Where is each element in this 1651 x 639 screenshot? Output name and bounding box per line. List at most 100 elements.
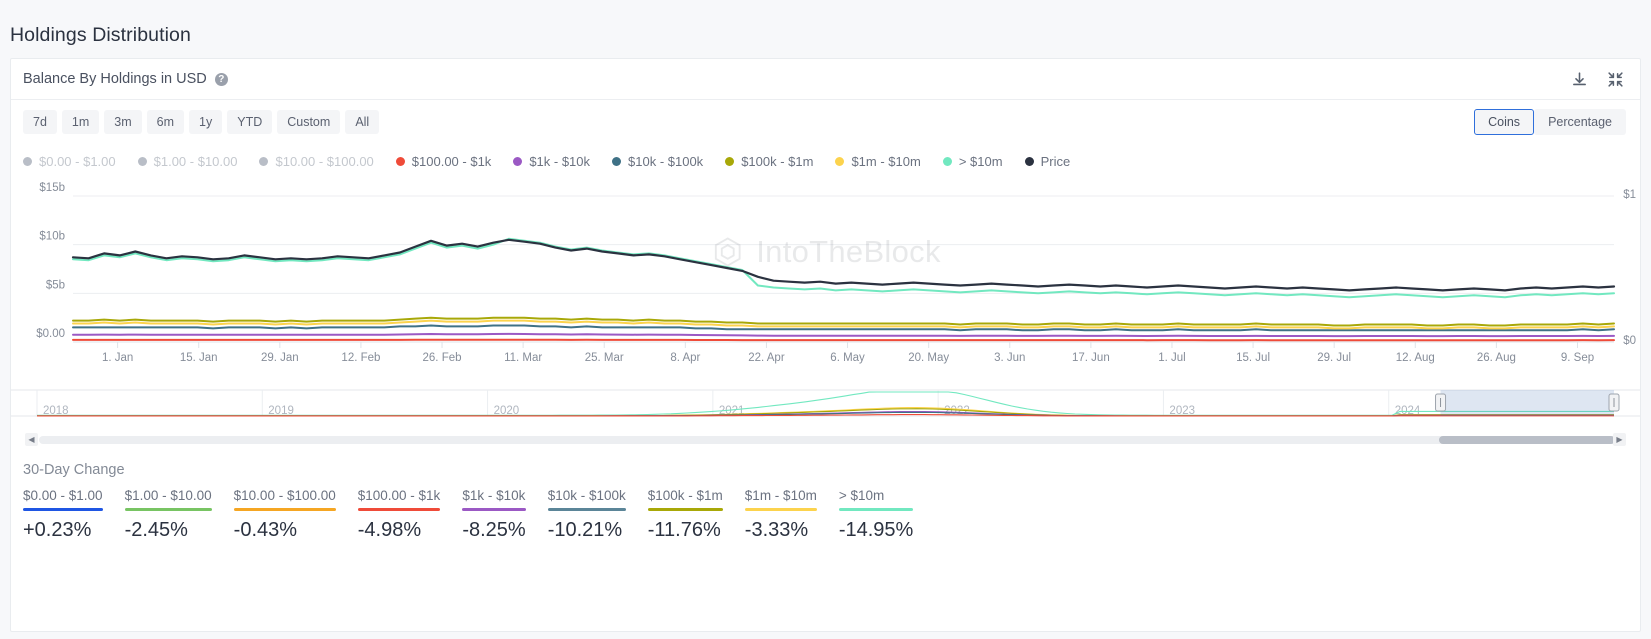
card-title: Balance By Holdings in USD (23, 71, 207, 87)
range-button-custom[interactable]: Custom (277, 110, 340, 134)
scroll-track[interactable] (39, 436, 1612, 444)
x-axis-tick: 29. Jul (1317, 352, 1351, 364)
x-axis-tick: 15. Jul (1236, 352, 1270, 364)
change-column-value: -11.76% (648, 519, 723, 542)
x-axis-tick: 20. May (908, 352, 949, 364)
legend-label: $1k - $10k (529, 154, 590, 169)
change-column-label: $0.00 - $1.00 (23, 488, 103, 503)
change-column-0: $0.00 - $1.00+0.23% (23, 488, 125, 542)
balance-by-holdings-chart[interactable]: $0.00$5b$10b$15b$1$01. Jan15. Jan29. Jan… (11, 182, 1640, 372)
change-column-1: $1.00 - $10.00-2.45% (125, 488, 234, 542)
range-button-ytd[interactable]: YTD (227, 110, 272, 134)
collapse-icon[interactable] (1604, 68, 1626, 90)
navigator-handle-right[interactable] (1609, 394, 1619, 411)
series-line (73, 240, 1614, 291)
chart-navigator[interactable]: 2018201920202021202220232024 (11, 374, 1640, 432)
change-column-label: $1m - $10m (745, 488, 817, 503)
change-column-5: $10k - $100k-10.21% (548, 488, 648, 542)
unit-button-coins[interactable]: Coins (1474, 109, 1534, 135)
legend-label: $10k - $100k (628, 154, 703, 169)
navigator-mini-chart[interactable]: 2018201920202021202220232024 (11, 374, 1640, 432)
change-column-underline (745, 508, 817, 511)
change-column-value: -4.98% (358, 519, 441, 542)
legend-dot-icon (612, 157, 621, 166)
x-axis-tick: 9. Sep (1561, 352, 1594, 364)
legend-item-8[interactable]: > $10m (943, 154, 1003, 169)
legend-item-9[interactable]: Price (1025, 154, 1071, 169)
x-axis-tick: 15. Jan (180, 352, 218, 364)
legend-label: $10.00 - $100.00 (275, 154, 373, 169)
question-mark-icon[interactable]: ? (215, 73, 228, 86)
range-button-6m[interactable]: 6m (147, 110, 184, 134)
legend-item-4[interactable]: $1k - $10k (513, 154, 590, 169)
card-header: Balance By Holdings in USD ? (11, 59, 1640, 100)
chart-legend: $0.00 - $1.00 $1.00 - $10.00 $10.00 - $100… (11, 144, 1640, 178)
change-column-label: $1.00 - $10.00 (125, 488, 212, 503)
legend-item-0[interactable]: $0.00 - $1.00 (23, 154, 116, 169)
x-axis-tick: 29. Jan (261, 352, 299, 364)
time-range-group: 7d 1m 3m 6m 1y YTD Custom All (23, 110, 379, 134)
legend-item-6[interactable]: $100k - $1m (725, 154, 813, 169)
unit-toggle-group: Coins Percentage (1474, 109, 1626, 135)
change-column-label: > $10m (839, 488, 914, 503)
x-axis-tick: 25. Mar (585, 352, 624, 364)
change-column-label: $1k - $10k (462, 488, 525, 503)
change-column-value: -0.43% (234, 519, 336, 542)
legend-label: $0.00 - $1.00 (39, 154, 116, 169)
unit-button-percentage[interactable]: Percentage (1534, 109, 1626, 135)
change-column-label: $100.00 - $1k (358, 488, 441, 503)
legend-dot-icon (138, 157, 147, 166)
change-column-underline (234, 508, 336, 511)
change-column-underline (358, 508, 441, 511)
thirty-day-change-section: 30-Day Change $0.00 - $1.00+0.23%$1.00 -… (11, 448, 1640, 542)
legend-dot-icon (835, 157, 844, 166)
y-axis-tick-left: $5b (46, 279, 65, 291)
scroll-right-arrow[interactable]: ▶ (1613, 433, 1626, 446)
scroll-thumb[interactable] (1439, 436, 1615, 444)
y-axis-tick-left: $10b (39, 231, 65, 243)
change-section-title: 30-Day Change (23, 462, 1640, 478)
change-column-underline (125, 508, 212, 511)
legend-item-2[interactable]: $10.00 - $100.00 (259, 154, 373, 169)
navigator-scrollbar[interactable]: ◀ ▶ (25, 432, 1626, 448)
x-axis-tick: 6. May (830, 352, 865, 364)
change-column-value: -14.95% (839, 519, 914, 542)
navigator-selection[interactable] (1441, 390, 1614, 416)
scroll-left-arrow[interactable]: ◀ (25, 433, 38, 446)
change-column-2: $10.00 - $100.00 -0.43% (234, 488, 358, 542)
change-column-underline (839, 508, 914, 511)
change-column-underline (462, 508, 525, 511)
range-button-1y[interactable]: 1y (189, 110, 222, 134)
change-columns: $0.00 - $1.00+0.23%$1.00 - $10.00-2.45%$… (23, 488, 1640, 542)
series-line (73, 334, 1614, 336)
page-title: Holdings Distribution (0, 0, 1651, 47)
y-axis-tick-left: $0.00 (36, 328, 65, 340)
x-axis-tick: 12. Aug (1396, 352, 1435, 364)
download-icon[interactable] (1568, 68, 1590, 90)
y-axis-tick-right: $1 (1623, 189, 1636, 201)
legend-item-3[interactable]: $100.00 - $1k (396, 154, 492, 169)
chart-plot-area: $0.00$5b$10b$15b$1$01. Jan15. Jan29. Jan… (11, 182, 1640, 372)
holdings-distribution-card: Balance By Holdings in USD ? 7d 1m 3m 6m… (10, 58, 1641, 632)
legend-label: $100.00 - $1k (412, 154, 492, 169)
change-column-label: $100k - $1m (648, 488, 723, 503)
change-column-value: -3.33% (745, 519, 817, 542)
range-button-7d[interactable]: 7d (23, 110, 57, 134)
range-button-all[interactable]: All (345, 110, 379, 134)
legend-dot-icon (259, 157, 268, 166)
chart-controls: 7d 1m 3m 6m 1y YTD Custom All Coins Perc… (11, 100, 1640, 144)
x-axis-tick: 11. Mar (504, 352, 542, 364)
change-column-label: $10.00 - $100.00 (234, 488, 336, 503)
change-column-4: $1k - $10k-8.25% (462, 488, 547, 542)
range-button-1m[interactable]: 1m (62, 110, 99, 134)
navigator-handle-left[interactable] (1436, 394, 1446, 411)
x-axis-tick: 26. Aug (1477, 352, 1516, 364)
legend-item-5[interactable]: $10k - $100k (612, 154, 703, 169)
x-axis-tick: 8. Apr (670, 352, 700, 364)
change-column-6: $100k - $1m -11.76% (648, 488, 745, 542)
range-button-3m[interactable]: 3m (104, 110, 141, 134)
legend-label: > $10m (959, 154, 1003, 169)
legend-label: $1m - $10m (851, 154, 920, 169)
legend-item-1[interactable]: $1.00 - $10.00 (138, 154, 238, 169)
legend-item-7[interactable]: $1m - $10m (835, 154, 920, 169)
